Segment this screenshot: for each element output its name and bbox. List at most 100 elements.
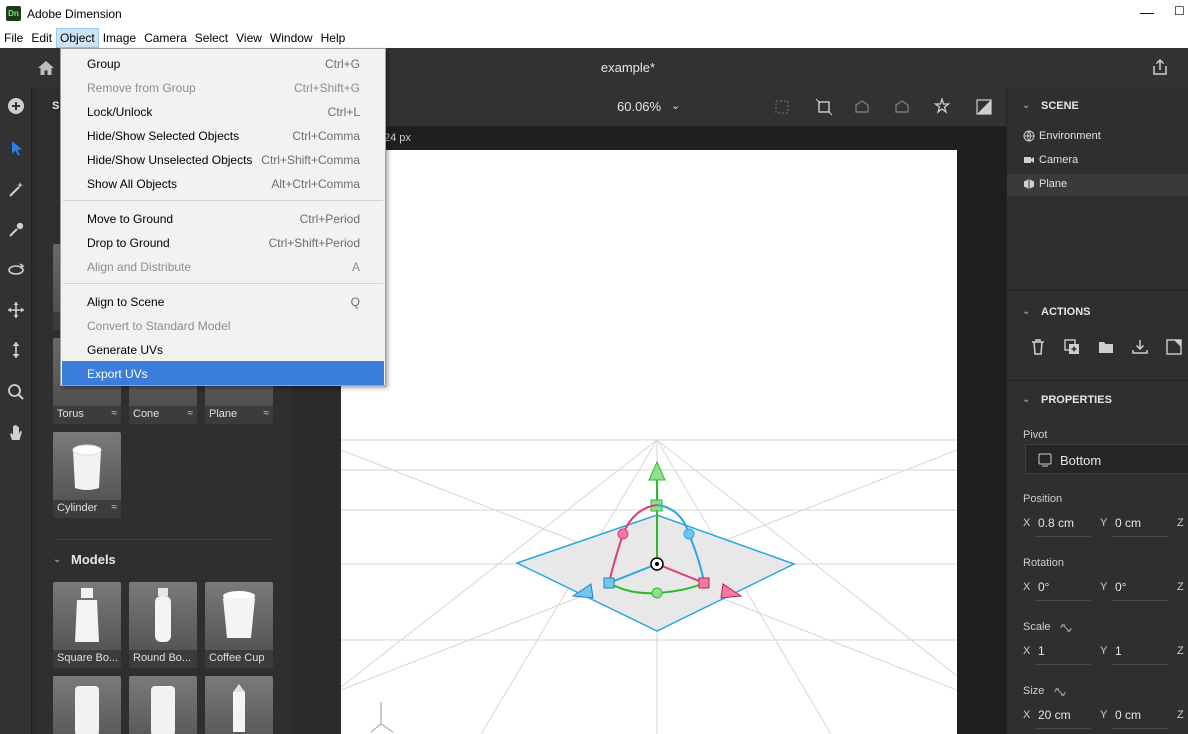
fit-view-icon[interactable] [815, 98, 833, 116]
share-icon[interactable] [1150, 57, 1170, 77]
unlink-icon[interactable] [1053, 686, 1067, 698]
axis-z-label: Z [1177, 709, 1184, 721]
menu-view[interactable]: View [232, 28, 266, 48]
settings-icon[interactable]: ≈ [112, 502, 118, 513]
settings-icon[interactable]: ≈ [264, 408, 270, 419]
menu-item-align-to-scene[interactable]: Align to Scene Q [62, 289, 384, 313]
menu-item-label: Group [87, 57, 121, 71]
minimize-button[interactable]: — [1140, 4, 1154, 20]
asset-tile-cylinder[interactable]: Cylinder ≈ [53, 432, 121, 518]
rotation-x-input[interactable]: 0° [1038, 580, 1049, 594]
add-icon[interactable] [6, 96, 26, 116]
size-x-input[interactable]: 20 cm [1038, 708, 1071, 722]
asset-tile-coffee-cup[interactable]: Coffee Cup [205, 582, 273, 668]
menu-item-label: Drop to Ground [87, 236, 170, 250]
scene-item-camera[interactable]: Camera [1007, 150, 1188, 172]
asset-label: Cylinder [57, 502, 98, 514]
menu-image[interactable]: Image [99, 28, 140, 48]
menu-item-label: Lock/Unlock [87, 105, 153, 119]
assets-panel-title: S [52, 100, 60, 112]
settings-icon[interactable]: ≈ [112, 408, 118, 419]
maximize-button[interactable]: ☐ [1174, 4, 1188, 24]
camera-history-icon[interactable] [893, 98, 911, 116]
canvas[interactable] [341, 150, 957, 734]
asset-tile-round-bottle[interactable]: Round Bo... [129, 582, 197, 668]
menu-select[interactable]: Select [191, 28, 232, 48]
menu-item-lock-unlock[interactable]: Lock/Unlock Ctrl+L [62, 99, 384, 123]
scene-render[interactable] [341, 150, 957, 734]
folder-icon[interactable] [1097, 338, 1115, 356]
move-icon[interactable] [6, 300, 26, 320]
asset-tile-can-2[interactable] [129, 676, 197, 734]
position-y-input[interactable]: 0 cm [1115, 516, 1141, 530]
scene-section-title[interactable]: SCENE [1041, 100, 1079, 112]
chevron-down-icon[interactable]: ⌄ [671, 99, 680, 112]
plane-object[interactable] [515, 514, 796, 632]
hand-icon[interactable] [6, 422, 26, 442]
settings-icon[interactable]: ≈ [188, 408, 194, 419]
dolly-icon[interactable] [6, 340, 26, 360]
underline [1035, 600, 1091, 601]
properties-section-title[interactable]: PROPERTIES [1041, 394, 1112, 406]
zoom-level[interactable]: 60.06% [617, 99, 661, 114]
menu-item-label: Move to Ground [87, 212, 174, 226]
orbit-icon[interactable] [6, 260, 26, 280]
menu-item-export-uvs[interactable]: Export UVs [62, 361, 384, 385]
menu-camera[interactable]: Camera [140, 28, 191, 48]
actions-section-title[interactable]: ACTIONS [1041, 306, 1091, 318]
chevron-down-icon[interactable]: ⌄ [1022, 100, 1030, 111]
scale-y-input[interactable]: 1 [1115, 644, 1122, 658]
app-logo: Dn [6, 6, 21, 21]
size-y-input[interactable]: 0 cm [1115, 708, 1141, 722]
pivot-dropdown[interactable]: Bottom [1025, 444, 1188, 474]
menu-window[interactable]: Window [266, 28, 317, 48]
menu-item-convert-to-standard-model[interactable]: Convert to Standard Model [62, 313, 384, 337]
axis-x-label: X [1023, 709, 1031, 721]
menu-object[interactable]: Object [56, 28, 99, 48]
menu-item-hide-show-unselected[interactable]: Hide/Show Unselected Objects Ctrl+Shift+… [62, 147, 384, 171]
render-mode-icon[interactable] [975, 98, 993, 116]
scene-item-environment[interactable]: Environment [1007, 126, 1188, 148]
delete-icon[interactable] [1029, 338, 1047, 356]
axis-x-label: X [1023, 517, 1031, 529]
menu-item-label: Convert to Standard Model [87, 319, 231, 333]
asset-tile-square-bottle[interactable]: Square Bo... [53, 582, 121, 668]
viewport[interactable]: 24 px [341, 126, 1006, 734]
render-preview-icon[interactable] [933, 98, 951, 116]
menu-help[interactable]: Help [317, 28, 350, 48]
models-section-title[interactable]: Models [71, 552, 116, 567]
menu-item-generate-uvs[interactable]: Generate UVs [62, 337, 384, 361]
menu-item-move-to-ground[interactable]: Move to Ground Ctrl+Period [62, 206, 384, 230]
drop-to-ground-icon[interactable] [1131, 338, 1149, 356]
magic-wand-icon[interactable] [6, 180, 26, 200]
frame-icon[interactable] [773, 98, 791, 116]
underline [1035, 728, 1091, 729]
place-on-background-icon[interactable] [1165, 338, 1183, 356]
menu-item-align-and-distribute[interactable]: Align and Distribute A [62, 254, 384, 278]
menu-item-shortcut: Ctrl+G [324, 57, 360, 71]
eyedropper-icon[interactable] [6, 220, 26, 240]
divider [53, 539, 275, 540]
menu-item-shortcut: A [351, 260, 360, 274]
chevron-down-icon[interactable]: ⌄ [1022, 306, 1030, 317]
asset-tile-carton[interactable] [205, 676, 273, 734]
menu-item-show-all-objects[interactable]: Show All Objects Alt+Ctrl+Comma [62, 171, 384, 195]
menu-edit[interactable]: Edit [27, 28, 56, 48]
menu-item-drop-to-ground[interactable]: Drop to Ground Ctrl+Shift+Period [62, 230, 384, 254]
menu-item-remove-from-group[interactable]: Remove from Group Ctrl+Shift+G [62, 75, 384, 99]
asset-tile-can-1[interactable] [53, 676, 121, 734]
scale-x-input[interactable]: 1 [1038, 644, 1045, 658]
menu-file[interactable]: File [0, 28, 27, 48]
rotation-y-input[interactable]: 0° [1115, 580, 1126, 594]
duplicate-icon[interactable] [1063, 338, 1081, 356]
chevron-down-icon[interactable]: ⌄ [53, 554, 61, 565]
menu-item-group[interactable]: Group Ctrl+G [62, 51, 384, 75]
unlink-icon[interactable] [1059, 622, 1073, 634]
chevron-down-icon[interactable]: ⌄ [1022, 394, 1030, 405]
position-x-input[interactable]: 0.8 cm [1038, 516, 1074, 530]
scene-item-plane[interactable]: Plane [1007, 174, 1188, 196]
camera-bookmark-icon[interactable] [853, 98, 871, 116]
zoom-icon[interactable] [6, 382, 26, 402]
menu-item-hide-show-selected[interactable]: Hide/Show Selected Objects Ctrl+Comma [62, 123, 384, 147]
select-tool-icon[interactable] [6, 138, 26, 158]
